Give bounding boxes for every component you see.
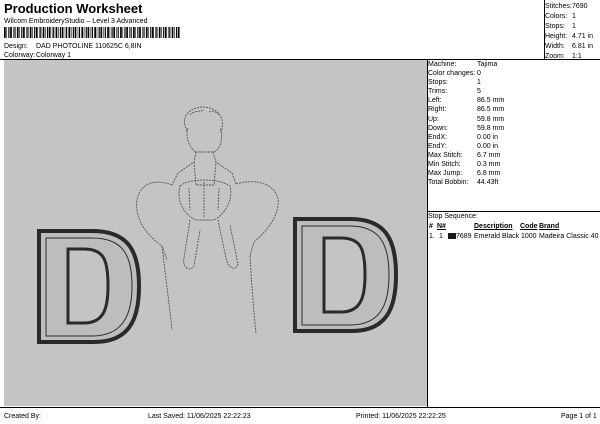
printed-date: Printed: 11/06/2025 22:22:25 [356,413,446,420]
info-total-bobbin: Total Bobbin: 44.43ft [428,179,499,187]
software-subtitle: Wilcom EmbroideryStudio – Level 3 Advanc… [4,18,148,25]
design-preview [4,60,427,406]
col-description: Description [474,223,513,230]
info-max-stitch: Max Stitch: 6.7 mm [428,151,501,159]
design-label: Design: [4,43,28,50]
stat-width: Width: 6.81 in [545,43,594,50]
color-swatch [448,233,456,239]
info-max-jump: Max Jump: 6.8 mm [428,170,501,178]
row-stitches: 7689 [456,233,472,240]
info-endx: EndX: 0.00 in [428,133,499,141]
design-stats: Stitches:7690 Colors: 1 Stops: 1 Height: 4.… [545,2,599,62]
row-code: 1000 [521,233,537,240]
info-min-stitch: Min Stitch: 0.3 mm [428,161,501,169]
col-brand: Brand [539,223,560,230]
row-n: 1 [439,233,443,240]
stats-divider [544,0,545,59]
info-color-changes: Color changes: 0 [428,70,481,78]
info-machine: Machine: Tajima [428,61,498,68]
col-hash: # [429,223,433,230]
info-stops: Stops: 1 [428,79,481,87]
info-endy: EndY: 0.00 in [428,142,499,150]
design-artwork [37,106,399,344]
stop-sequence-title: Stop Sequence: [428,213,478,220]
last-saved: Last Saved: 11/06/2025 22:22:23 [148,413,251,420]
design-value: DAD PHOTOLINE 110625C 6,8IN [36,43,142,50]
colorway-value: Colorway 1 [36,52,72,59]
row-brand: Madeira Classic 40 [539,233,599,240]
letter-d-left [37,229,142,344]
col-n: N# [437,223,446,230]
stat-colors: Colors: 1 [545,13,576,20]
barcode [4,27,180,38]
info-up: Up: 59.8 mm [428,115,505,123]
page-number: Page 1 of 1 [561,413,597,420]
row-number: 1. [429,233,435,240]
col-code: Code [520,223,538,230]
row-description: Emerald Black [474,233,520,240]
dad-and-child-sketch [136,106,279,335]
info-down: Down: 59.8 mm [428,124,505,132]
stat-stops: Stops: 1 [545,23,576,30]
footer: Created By: Last Saved: 11/06/2025 22:22… [0,408,600,424]
info-trims: Trims: 5 [428,88,481,96]
design-row: Design: DAD PHOTOLINE 110625C 6,8IN [4,42,142,51]
info-right: Right: 86.5 mm [428,106,505,114]
stat-height: Height: 4.71 in [545,33,594,40]
info-left: Left: 86.5 mm [428,97,505,105]
page-title: Production Worksheet [4,1,143,16]
stat-stitches: Stitches:7690 [545,3,588,10]
letter-d-right [293,217,399,333]
machine-info-panel: Machine: Tajima Color changes: 0 Stops: 1 T… [428,60,598,187]
created-by: Created By: [4,413,41,420]
